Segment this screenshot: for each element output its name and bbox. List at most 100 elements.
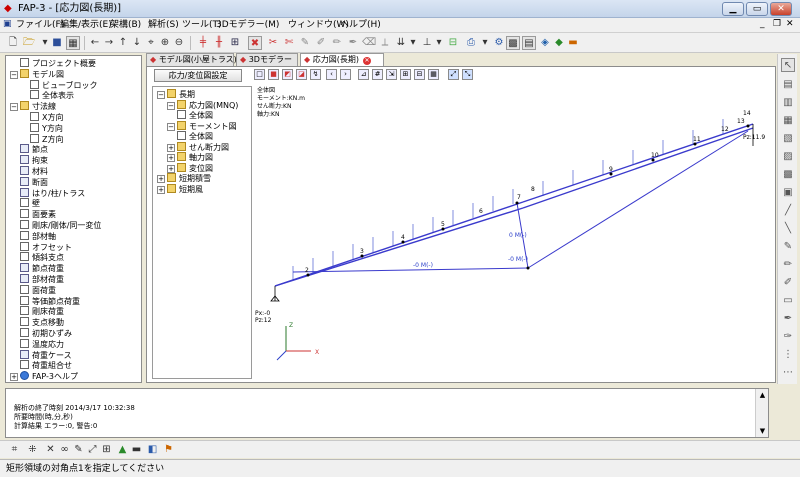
shear-icon[interactable]: ◩ [282,69,293,80]
collapse-icon[interactable]: − [10,103,18,112]
tree-item[interactable]: + 短期風 [157,183,203,195]
pen-tool2-icon[interactable]: ✏ [781,258,795,272]
brush-icon[interactable]: ✒ [346,36,360,50]
mdi-restore-icon[interactable]: ❐ [773,19,781,29]
collapse-icon[interactable]: − [157,91,165,99]
doc-icon[interactable]: ▣ [3,19,12,29]
expand-icon[interactable]: + [157,175,165,183]
cross-icon[interactable]: ✕ [44,443,57,456]
tab-stress-long-term[interactable]: ◆ 応力図(長期) ✕ [300,53,384,66]
minus-icon[interactable]: ▬ [130,443,143,456]
rect-tool-icon[interactable]: ▭ [781,294,795,308]
menu-frame[interactable]: 架構(B) [108,19,143,32]
tree-item[interactable]: 全体表示 [30,90,74,101]
render-icon[interactable]: ◈ [538,36,552,50]
tree-item[interactable]: 節点荷重 [20,263,64,274]
dropdown-arrow-icon[interactable]: ▾ [478,36,492,50]
zoom-out-icon[interactable]: ⊖ [172,36,186,50]
flag-icon[interactable]: ⚑ [162,443,175,456]
zoom-window-icon[interactable]: ⌖ [144,36,158,50]
maximize-button[interactable]: ▭ [746,2,768,16]
mountain-icon[interactable]: ▲ [116,443,129,456]
tree-item[interactable]: − モーメント図 [167,120,237,132]
tree-item[interactable]: 部材軸 [20,230,56,242]
brush-tool-icon[interactable]: ✒ [781,312,795,326]
tree-item[interactable]: X方向 [30,112,63,123]
tree-item[interactable]: 拘束 [20,155,48,166]
dots2-icon[interactable]: ⋯ [781,366,795,380]
tree-item[interactable]: 材料 [20,166,48,177]
expand-icon[interactable]: + [167,164,175,173]
box-icon[interactable]: ▤ [781,78,795,92]
select-mode-icon[interactable]: ▦ [66,36,80,50]
delete-member-icon[interactable]: ✂ [266,36,280,50]
expand-icon[interactable]: + [10,373,18,382]
tree-item[interactable]: − 寸法線 [10,101,56,112]
arrow-right-icon[interactable]: → [102,36,116,50]
eraser-icon[interactable]: ⌫ [362,36,376,50]
tree-item[interactable]: 全体図 [177,131,213,142]
tree-item[interactable]: + せん断力図 [167,141,229,153]
tree-item[interactable]: 剛床/剛体/同一変位 [20,220,101,231]
close-icon[interactable]: ✕ [362,57,371,65]
zoom-in-icon[interactable]: ⊕ [158,36,172,50]
view-3d-icon[interactable]: ▩ [506,36,520,50]
tree-item[interactable]: − 応力図(MNQ) [167,99,238,111]
tree-item[interactable]: オフセット [20,241,72,253]
collapse-icon[interactable]: − [167,101,175,110]
tree-item[interactable]: 荷重組合せ [20,360,72,371]
expand-icon[interactable]: + [157,185,165,194]
zoom-fit-icon[interactable]: ⤡ [462,69,473,80]
expand-icon[interactable]: + [167,154,175,162]
cut-icon[interactable]: ✄ [282,36,296,50]
pencil-icon[interactable]: ✎ [298,36,312,50]
measure-icon[interactable]: ⟂ [378,36,392,50]
link-icon[interactable]: ∞ [58,443,71,456]
tree-item[interactable]: − モデル図 [10,68,64,80]
arrow-down-icon[interactable]: ↓ [130,36,144,50]
grid-icon[interactable]: ⊟ [446,36,460,50]
dropdown-arrow-icon[interactable]: ▾ [432,36,446,50]
tree-item[interactable]: 剛床荷重 [20,306,64,317]
line-icon[interactable]: ╱ [781,204,795,218]
table-icon[interactable]: ⊞ [400,69,411,80]
tree-item[interactable]: 等価節点荷重 [20,295,80,307]
grid-snap-icon[interactable]: ⌗ [8,443,21,456]
minimize-button[interactable]: ▁ [722,2,744,16]
member-icon[interactable]: ╫ [212,36,226,50]
arrow-left-icon[interactable]: ← [88,36,102,50]
tree-item[interactable]: プロジェクト概要 [20,58,96,69]
layer2-icon[interactable]: ▦ [781,114,795,128]
scroll-up-icon[interactable]: ▲ [757,391,768,399]
new-file-icon[interactable]: 🗋 [6,36,20,50]
tree-item[interactable]: 温度応力 [20,338,64,350]
tree-item[interactable]: 面荷重 [20,284,56,296]
surface-icon[interactable]: ◆ [552,36,566,50]
pen-tool3-icon[interactable]: ✐ [781,276,795,290]
menu-edit-view[interactable]: 編集/表示(E) [58,19,114,32]
next-icon[interactable]: › [340,69,351,80]
collapse-icon[interactable]: − [10,70,18,79]
expand-icon[interactable]: + [167,143,175,152]
displacement-icon[interactable]: ↯ [310,69,321,80]
tree-item[interactable]: + 軸力図 [167,152,213,163]
tab-3d-modeler[interactable]: ◆ 3Dモデラー [236,53,298,66]
dots-icon[interactable]: ⋮ [781,348,795,362]
scroll-down-icon[interactable]: ▼ [757,427,768,435]
table2-icon[interactable]: ⊟ [414,69,425,80]
menu-help[interactable]: ヘルプ(H) [338,19,383,32]
view-mesh-icon[interactable]: ▤ [522,36,536,50]
menu-3d-modeler[interactable]: 3Dモデラー(M) [214,19,281,32]
tree-item[interactable]: + 短期積雪 [157,173,211,184]
scale-icon[interactable]: ⇲ [386,69,397,80]
tree-item[interactable]: 断面 [20,176,48,188]
tree-item[interactable]: 荷重ケース [20,349,72,361]
save-icon[interactable]: ■ [50,36,64,50]
mdi-minimize-icon[interactable]: _ [760,19,765,29]
value-display-icon[interactable]: ⊿ [358,69,369,80]
close-button[interactable]: ✕ [770,2,792,16]
value-format-icon[interactable]: # [372,69,383,80]
tree-item[interactable]: 壁 [20,198,40,209]
menu-analysis[interactable]: 解析(S) [146,19,181,32]
delete-node-icon[interactable]: ✖ [248,36,262,50]
